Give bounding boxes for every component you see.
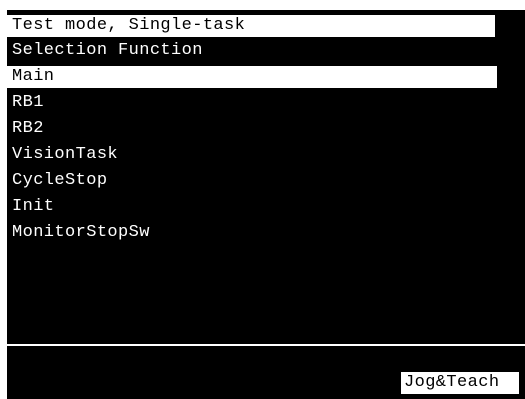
task-item-rb1[interactable]: RB1 [7,92,525,114]
pendant-screen: Test mode, Single-task Selection Functio… [7,10,525,399]
task-item-main[interactable]: Main [7,66,497,88]
jog-teach-softkey[interactable]: Jog&Teach [401,372,519,394]
task-item-visiontask[interactable]: VisionTask [7,144,525,166]
task-item-cyclestop[interactable]: CycleStop [7,170,525,192]
screen-subtitle: Selection Function [12,41,203,60]
softkey-divider [7,344,525,346]
screen-title: Test mode, Single-task [7,15,495,37]
task-item-rb2[interactable]: RB2 [7,118,525,140]
task-item-init[interactable]: Init [7,196,525,218]
task-item-monitorstopsw[interactable]: MonitorStopSw [7,222,525,244]
